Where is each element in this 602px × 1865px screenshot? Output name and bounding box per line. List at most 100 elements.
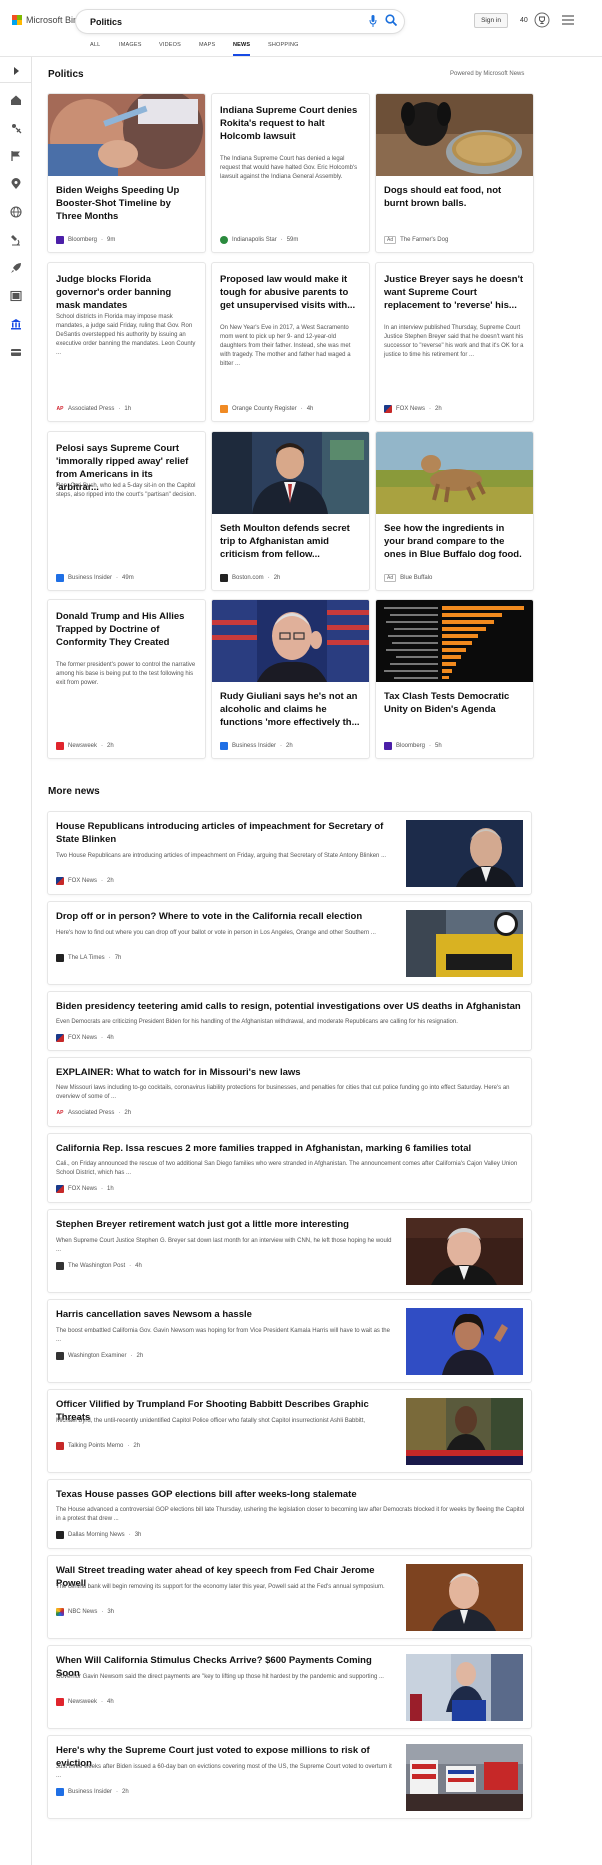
news-title[interactable]: Harris cancellation saves Newsom a hassl… [56,1308,396,1321]
tab-shopping[interactable]: SHOPPING [268,40,299,54]
news-card[interactable]: Seth Moulton defends secret trip to Afgh… [212,432,369,590]
card-title[interactable]: Rudy Giuliani says he's not an alcoholic… [220,690,361,729]
entertainment-icon[interactable] [10,290,22,302]
politics-icon[interactable] [10,318,22,330]
card-title[interactable]: Indiana Supreme Court denies Rokita's re… [220,104,361,143]
news-snippet: When Supreme Court Justice Stephen G. Br… [56,1238,392,1253]
card-title[interactable]: Biden Weighs Speeding Up Booster-Shot Ti… [56,184,197,223]
news-list-item[interactable]: House Republicans introducing articles o… [48,812,531,894]
news-title[interactable]: Biden presidency teetering amid calls to… [56,1000,526,1013]
card-title[interactable]: Judge blocks Florida governor's order ba… [56,273,197,312]
source-time: 1h [124,406,132,412]
news-card[interactable]: Judge blocks Florida governor's order ba… [48,263,205,421]
home-icon[interactable] [10,94,22,106]
source-time: 49m [122,575,134,581]
news-title[interactable]: California Rep. Issa rescues 2 more fami… [56,1142,526,1155]
news-card[interactable]: Justice Breyer says he doesn't want Supr… [376,263,533,421]
news-card[interactable]: Proposed law would make it tough for abu… [212,263,369,421]
source-name: FOX News [396,406,426,412]
news-card[interactable]: Rudy Giuliani says he's not an alcoholic… [212,600,369,758]
card-title[interactable]: Tax Clash Tests Democratic Unity on Bide… [384,690,525,716]
ad-label: Ad [384,574,397,582]
news-title[interactable]: Stephen Breyer retirement watch just got… [56,1218,396,1231]
ad-card[interactable]: Dogs should eat food, not burnt brown ba… [376,94,533,252]
source-name: FOX News [68,878,98,884]
card-source: Orange County Register · 4h [220,405,313,413]
source-name: Associated Press [68,1110,115,1116]
card-title[interactable]: Justice Breyer says he doesn't want Supr… [384,273,525,312]
tab-videos[interactable]: VIDEOS [159,40,181,54]
search-input[interactable] [90,14,340,29]
news-list-item[interactable]: Harris cancellation saves Newsom a hassl… [48,1300,531,1382]
source-logo-icon [56,1442,64,1450]
source-logo-icon [56,1034,64,1042]
news-source: Newsweek · 4h [56,1698,114,1706]
expand-icon[interactable] [10,65,22,77]
science-icon[interactable] [10,234,22,246]
source-name: The Washington Post [68,1263,126,1269]
location-icon[interactable] [10,178,22,190]
source-name: Blue Buffalo [400,575,433,581]
news-list-item[interactable]: California Rep. Issa rescues 2 more fami… [48,1134,531,1202]
source-time: 4h [107,1699,114,1705]
ad-card[interactable]: See how the ingredients in your brand co… [376,432,533,590]
tab-all[interactable]: ALL [90,40,100,54]
card-title[interactable]: Dogs should eat food, not burnt brown ba… [384,184,525,210]
news-source: Talking Points Memo · 2h [56,1442,140,1450]
flag-icon[interactable] [10,150,22,162]
card-title[interactable]: Seth Moulton defends secret trip to Afgh… [220,522,361,561]
news-list-item[interactable]: Biden presidency teetering amid calls to… [48,992,531,1050]
source-name: FOX News [68,1186,98,1192]
source-name: Talking Points Memo [68,1443,124,1449]
news-card[interactable]: Biden Weighs Speeding Up Booster-Shot Ti… [48,94,205,252]
card-image-bar-graphic [376,600,533,682]
news-title[interactable]: House Republicans introducing articles o… [56,820,396,846]
news-list-item[interactable]: Here's why the Supreme Court just voted … [48,1736,531,1818]
sports-icon[interactable] [10,122,22,134]
source-logo-icon [56,954,64,962]
news-list-item[interactable]: Wall Street treading water ahead of key … [48,1556,531,1638]
news-image-podium [406,1654,523,1721]
news-list-item[interactable]: Drop off or in person? Where to vote in … [48,902,531,984]
hamburger-menu-icon[interactable] [562,15,574,25]
sign-in-button[interactable]: Sign in [474,13,508,28]
rewards-trophy-icon[interactable] [534,12,550,28]
news-card[interactable]: Tax Clash Tests Democratic Unity on Bide… [376,600,533,758]
source-name: Boston.com [232,575,264,581]
search-icon[interactable] [385,14,397,26]
news-list-item[interactable]: Texas House passes GOP elections bill af… [48,1480,531,1548]
card-title[interactable]: Donald Trump and His Allies Trapped by D… [56,610,197,649]
news-card[interactable]: Donald Trump and His Allies Trapped by D… [48,600,205,758]
news-snippet: Just three weeks after Biden issued a 60… [56,1764,392,1779]
card-title[interactable]: See how the ingredients in your brand co… [384,522,525,561]
rocket-icon[interactable] [10,262,22,274]
card-source: Ad Blue Buffalo [384,574,432,582]
money-icon[interactable] [10,346,22,358]
news-list-item[interactable]: Officer Vilified by Trumpland For Shooti… [48,1390,531,1472]
tab-maps[interactable]: MAPS [199,40,215,54]
card-source: Indianapolis Star · 59m [220,236,298,244]
news-list-item[interactable]: Stephen Breyer retirement watch just got… [48,1210,531,1292]
bing-logo[interactable]: Microsoft Bing [12,15,83,25]
search-box[interactable] [76,10,404,33]
tab-images[interactable]: IMAGES [119,40,142,54]
news-list-item[interactable]: When Will California Stimulus Checks Arr… [48,1646,531,1728]
source-name: NBC News [68,1609,98,1615]
news-title[interactable]: EXPLAINER: What to watch for in Missouri… [56,1066,526,1079]
source-time: 4h [135,1263,142,1269]
globe-icon[interactable] [10,206,22,218]
news-list-item[interactable]: EXPLAINER: What to watch for in Missouri… [48,1058,531,1126]
news-title[interactable]: Drop off or in person? Where to vote in … [56,910,396,923]
tab-news[interactable]: NEWS [233,40,251,56]
source-name: Business Insider [68,575,113,581]
microphone-icon[interactable] [369,15,377,27]
source-time: 3h [107,1609,115,1615]
news-source: AP Associated Press · 2h [56,1109,132,1117]
news-title[interactable]: Texas House passes GOP elections bill af… [56,1488,526,1501]
source-logo-icon [384,742,392,750]
news-image-ballot-box [406,910,523,977]
news-card[interactable]: Indiana Supreme Court denies Rokita's re… [212,94,369,252]
source-time: 9m [107,237,116,243]
card-title[interactable]: Proposed law would make it tough for abu… [220,273,361,312]
news-card[interactable]: Pelosi says Supreme Court 'immorally rip… [48,432,205,590]
